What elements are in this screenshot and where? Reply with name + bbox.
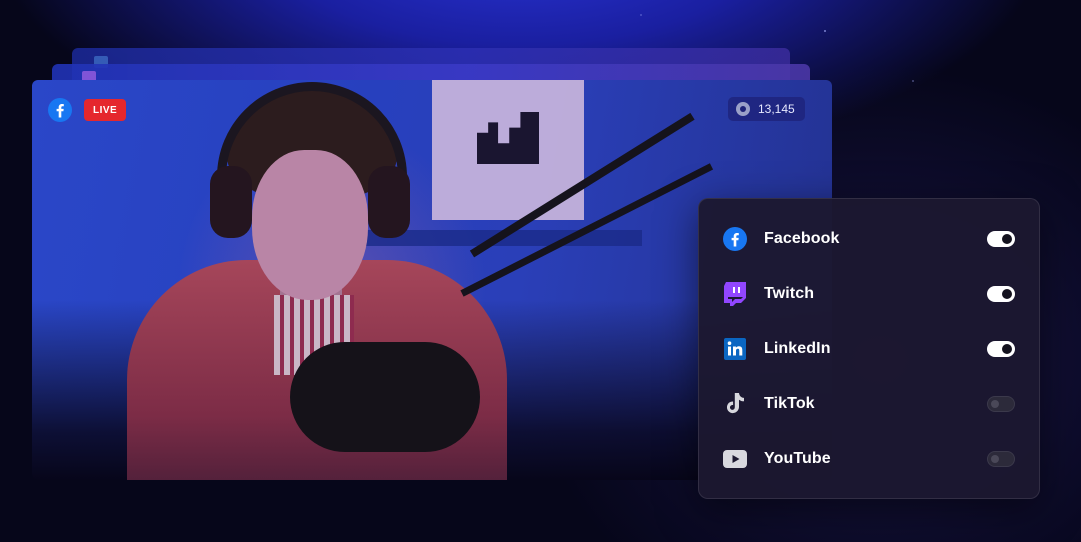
destination-label: Twitch [764,285,815,302]
headphones-earcup-right [368,166,410,238]
microphone [290,342,480,452]
destination-row-linkedin: LinkedIn [723,335,1015,363]
live-badge-label: LIVE [93,104,118,116]
background-star [912,80,914,82]
destination-label: TikTok [764,395,815,412]
viewer-count: 13,145 [758,102,795,116]
youtube-toggle[interactable] [987,451,1015,467]
headphones-earcup-left [210,166,252,238]
destination-row-twitch: Twitch [723,280,1015,308]
facebook-toggle[interactable] [987,231,1015,247]
twitch-toggle[interactable] [987,286,1015,302]
live-badge: LIVE [84,99,127,121]
destination-label: Facebook [764,230,840,247]
linkedin-icon [723,337,747,361]
destination-label: LinkedIn [764,340,831,357]
eye-icon [736,102,750,116]
stream-destinations-panel: Facebook Twitch LinkedIn TikTok YouTube [698,198,1040,499]
youtube-icon [723,447,747,471]
destination-row-youtube: YouTube [723,445,1015,473]
facebook-icon [48,98,72,122]
tiktok-icon [723,392,747,416]
background-star [824,30,826,32]
viewer-count-badge: 13,145 [728,97,805,121]
background-star [640,14,642,16]
destination-row-facebook: Facebook [723,225,1015,253]
linkedin-toggle[interactable] [987,341,1015,357]
destination-label: YouTube [764,450,831,467]
tiktok-toggle[interactable] [987,396,1015,412]
facebook-icon [723,227,747,251]
destination-row-tiktok: TikTok [723,390,1015,418]
twitch-icon [723,282,747,306]
